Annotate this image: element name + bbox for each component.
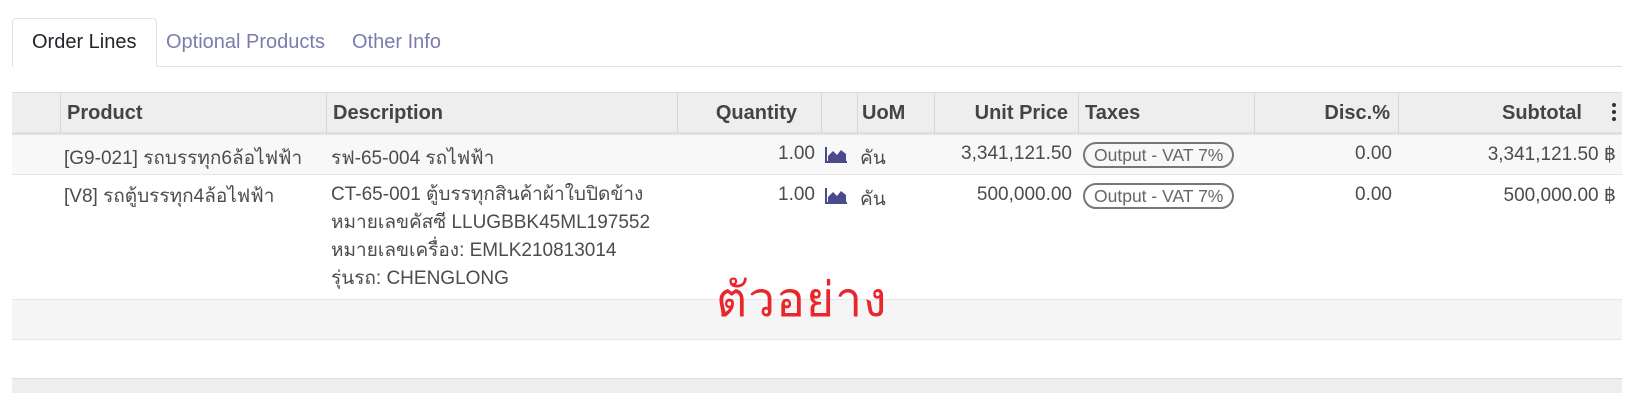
column-header-description[interactable]: Description: [326, 93, 677, 133]
subtotal-cell: 3,341,121.50 ฿: [1487, 144, 1616, 165]
quantity-cell: 1.00: [778, 143, 815, 164]
description-line: หมายเลขเครื่อง: EMLK210813014: [331, 240, 617, 261]
column-header-subtotal[interactable]: Subtotal: [1398, 93, 1622, 133]
subtotal-cell: 500,000.00 ฿: [1503, 185, 1616, 206]
description-cell: CT-65-001 ตู้บรรทุกสินค้าผ้าใบปิดข้าง หม…: [331, 181, 650, 293]
tab-other-info[interactable]: Other Info: [333, 18, 460, 66]
handle-column-header: [12, 93, 60, 133]
column-header-uom[interactable]: UoM: [857, 93, 934, 133]
quantity-cell: 1.00: [778, 184, 815, 205]
column-header-quantity[interactable]: Quantity: [677, 93, 821, 133]
table-footer: [12, 378, 1622, 393]
tax-badge[interactable]: Output - VAT 7%: [1083, 142, 1235, 168]
column-header-product[interactable]: Product: [60, 93, 326, 133]
column-header-discount[interactable]: Disc.%: [1254, 93, 1398, 133]
area-chart-icon[interactable]: [825, 188, 847, 204]
kebab-menu-icon[interactable]: [1612, 103, 1616, 123]
description-line: รุ่นรถ: CHENGLONG: [331, 268, 509, 289]
unit-price-cell: 3,341,121.50: [961, 143, 1072, 164]
tax-badge[interactable]: Output - VAT 7%: [1083, 183, 1235, 209]
forecast-column-header: [821, 93, 857, 133]
product-cell: [V8] รถตู้บรรทุก4ล้อไฟฟ้า: [64, 186, 275, 207]
uom-cell: คัน: [860, 148, 886, 169]
description-line: CT-65-001 ตู้บรรทุกสินค้าผ้าใบปิดข้าง: [331, 184, 644, 205]
notebook-tabs: Order Lines Optional Products Other Info: [12, 18, 1622, 67]
empty-row: [12, 340, 1622, 380]
uom-cell: คัน: [860, 189, 886, 210]
table-header: Product Description Quantity UoM Unit Pr…: [12, 92, 1622, 135]
unit-price-cell: 500,000.00: [976, 184, 1072, 205]
tab-optional-products[interactable]: Optional Products: [147, 18, 344, 66]
description-cell: รฟ-65-004 รถไฟฟ้า: [331, 148, 495, 169]
tabs-divider: [12, 66, 1622, 67]
description-line: หมายเลขคัสซี LLUGBBK45ML197552: [331, 212, 651, 233]
tab-order-lines[interactable]: Order Lines: [12, 18, 157, 67]
discount-cell: 0.00: [1355, 143, 1392, 164]
product-cell: [G9-021] รถบรรทุก6ล้อไฟฟ้า: [64, 148, 303, 169]
sample-watermark: ตัวอย่าง: [716, 272, 888, 328]
area-chart-icon[interactable]: [825, 147, 847, 163]
table-row[interactable]: [G9-021] รถบรรทุก6ล้อไฟฟ้า รฟ-65-004 รถไ…: [12, 135, 1622, 175]
column-header-taxes[interactable]: Taxes: [1078, 93, 1254, 133]
discount-cell: 0.00: [1355, 184, 1392, 205]
column-header-unit-price[interactable]: Unit Price: [934, 93, 1078, 133]
